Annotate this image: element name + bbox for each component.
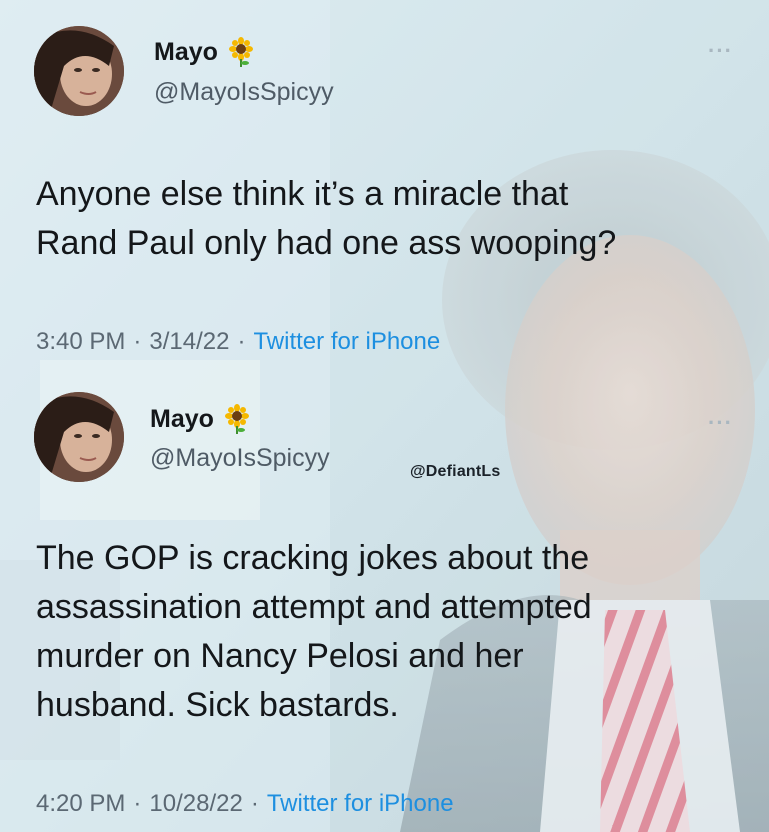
watermark-handle: @DefiantLs — [410, 463, 501, 480]
meta-separator: · — [237, 328, 246, 355]
tweet-date[interactable]: 3/14/22 — [149, 328, 229, 356]
more-options-icon[interactable]: ··· — [708, 38, 733, 64]
meta-separator: · — [133, 328, 142, 355]
tweet-1[interactable]: Mayo @MayoIsSpicyy ··· Anyone else think… — [0, 0, 769, 380]
tweet-time[interactable]: 3:40 PM — [36, 328, 125, 356]
sunflower-icon — [226, 37, 256, 67]
tweet-meta: 3:40 PM · 3/14/22 · Twitter for iPhone — [36, 328, 440, 356]
user-handle[interactable]: @MayoIsSpicyy — [154, 78, 334, 107]
display-name-text[interactable]: Mayo — [154, 38, 218, 67]
display-name[interactable]: Mayo — [154, 37, 256, 67]
tweet-source[interactable]: Twitter for iPhone — [253, 328, 440, 356]
tweet-text: Anyone else think it’s a miracle that Ra… — [36, 175, 617, 262]
avatar[interactable] — [34, 26, 124, 116]
